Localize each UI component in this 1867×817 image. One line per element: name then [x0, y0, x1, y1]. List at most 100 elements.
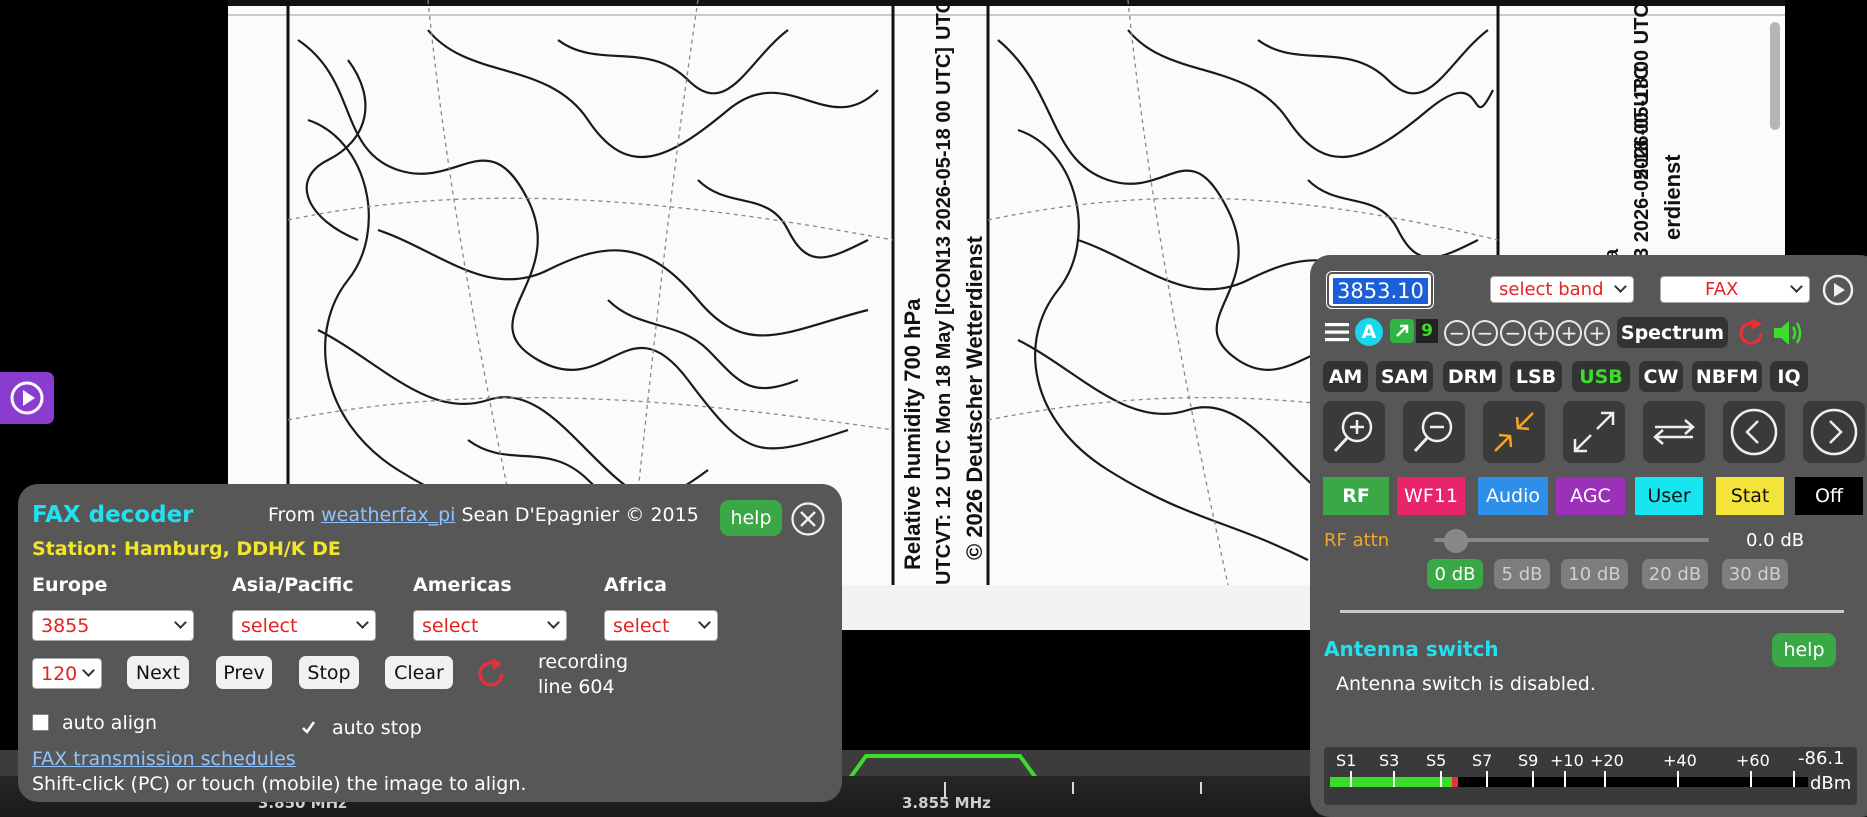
- mode-drm-button[interactable]: DRM: [1443, 361, 1502, 392]
- page-right-button[interactable]: [1803, 401, 1865, 463]
- americas-station-select[interactable]: select: [413, 610, 567, 641]
- receiver-control-panel: 3853.10 select band FAX A 9 − − − + + + …: [1310, 255, 1867, 817]
- zoom-full-button[interactable]: [1563, 401, 1625, 463]
- africa-station-select[interactable]: select: [604, 610, 718, 641]
- recording-status-line1: recording: [538, 651, 629, 673]
- tab-user[interactable]: User: [1635, 477, 1703, 515]
- decoder-mode-select[interactable]: FAX: [1660, 276, 1810, 303]
- auto-stop-checkbox[interactable]: [300, 719, 317, 736]
- mode-cw-button[interactable]: CW: [1639, 361, 1683, 392]
- stop-button[interactable]: Stop: [299, 656, 359, 689]
- asia-select-value: select: [241, 614, 298, 637]
- s-meter-tick: [1440, 771, 1442, 787]
- rf-attn-label: RF attn: [1324, 530, 1390, 551]
- tab-stat[interactable]: Stat: [1716, 477, 1784, 515]
- weatherfax-link[interactable]: weatherfax_pi: [321, 504, 455, 526]
- rf-attn-slider-thumb[interactable]: [1444, 529, 1468, 553]
- tab-wf11[interactable]: WF11: [1397, 477, 1465, 515]
- swap-button[interactable]: [1643, 401, 1705, 463]
- attn-0db-button[interactable]: 0 dB: [1427, 559, 1483, 589]
- menu-button[interactable]: [1324, 319, 1350, 349]
- play-button[interactable]: [1822, 274, 1854, 310]
- s-meter-scale: S1 S3 S5 S7 S9 +10 +20 +40 +60: [1324, 751, 1770, 771]
- auto-badge[interactable]: A: [1355, 318, 1383, 346]
- tab-audio[interactable]: Audio: [1478, 477, 1548, 515]
- play-circle-icon: [10, 381, 44, 415]
- attn-5db-button[interactable]: 5 dB: [1494, 559, 1550, 589]
- chevron-left-circle-icon: [1730, 408, 1778, 456]
- s-meter-label: S9: [1518, 751, 1539, 770]
- chevron-right-circle-icon: [1810, 408, 1858, 456]
- zoom-in-icon[interactable]: +: [1556, 320, 1582, 346]
- zoom-in-max-icon[interactable]: +: [1584, 320, 1610, 346]
- s-meter-label: +10: [1550, 751, 1584, 770]
- fax-credit: From weatherfax_pi Sean D'Epagnier © 201…: [268, 504, 699, 526]
- sidebar-toggle-button[interactable]: [0, 372, 54, 424]
- next-button[interactable]: Next: [127, 656, 189, 689]
- prev-button[interactable]: Prev: [216, 656, 272, 689]
- tab-rf[interactable]: RF: [1323, 477, 1389, 515]
- antenna-help-button[interactable]: help: [1772, 633, 1836, 667]
- chevron-down-icon: [82, 664, 95, 677]
- hamburger-menu-icon: [1325, 323, 1349, 342]
- band-select[interactable]: select band: [1490, 276, 1634, 303]
- attn-10db-button[interactable]: 10 dB: [1561, 559, 1628, 589]
- divider: [1340, 610, 1844, 613]
- volume-icon[interactable]: [1770, 315, 1806, 355]
- author-label: Sean D'Epagnier © 2015: [461, 504, 699, 526]
- page-scrollbar[interactable]: [1770, 22, 1780, 130]
- asia-pacific-station-select[interactable]: select: [232, 610, 376, 641]
- clear-button[interactable]: Clear: [385, 656, 453, 689]
- fax-decoder-panel: FAX decoder From weatherfax_pi Sean D'Ep…: [18, 484, 842, 802]
- mode-lsb-button[interactable]: LSB: [1510, 361, 1562, 392]
- from-label: From: [268, 504, 316, 526]
- fax-caption-line-1: Relative humidity 700 hPa: [900, 298, 925, 570]
- step-up-icon[interactable]: +: [1528, 320, 1554, 346]
- spectrum-button[interactable]: Spectrum: [1617, 317, 1728, 348]
- s-meter-label: S5: [1426, 751, 1447, 770]
- mode-sam-button[interactable]: SAM: [1376, 361, 1433, 392]
- waterfall-level-badge[interactable]: 9: [1416, 319, 1438, 343]
- chevron-down-icon: [698, 616, 711, 629]
- frequency-input[interactable]: 3853.10: [1327, 272, 1433, 308]
- zoom-out-max-icon[interactable]: −: [1444, 320, 1470, 346]
- reload-icon[interactable]: [1735, 317, 1767, 353]
- fax-caption-top-mid: UTC: [933, 0, 955, 40]
- zoom-out-button[interactable]: [1403, 401, 1465, 463]
- mode-usb-button[interactable]: USB: [1572, 361, 1630, 392]
- zoom-out-icon[interactable]: −: [1472, 320, 1498, 346]
- fax-help-button[interactable]: help: [720, 500, 782, 536]
- zoom-in-button[interactable]: [1323, 401, 1385, 463]
- recording-status-line2: line 604: [538, 676, 615, 698]
- chevron-down-icon: [174, 616, 187, 629]
- tab-agc[interactable]: AGC: [1556, 477, 1625, 515]
- check-icon: [302, 721, 316, 734]
- europe-station-select[interactable]: 3855: [32, 610, 194, 641]
- tab-off[interactable]: Off: [1795, 477, 1863, 515]
- station-label: Station: Hamburg, DDH/K DE: [32, 538, 341, 560]
- external-link-icon[interactable]: [1390, 319, 1414, 343]
- mode-am-button[interactable]: AM: [1323, 361, 1368, 392]
- attn-20db-button[interactable]: 20 dB: [1642, 559, 1708, 589]
- s-meter-label: +60: [1736, 751, 1770, 770]
- arrows-inward-icon: [1494, 412, 1534, 452]
- close-circle-icon: [791, 502, 825, 536]
- europe-select-value: 3855: [41, 614, 90, 637]
- close-panel-button[interactable]: [790, 501, 826, 541]
- americas-select-value: select: [422, 614, 479, 637]
- chevron-down-icon: [1614, 280, 1627, 293]
- lpm-select[interactable]: 120: [32, 658, 102, 689]
- page-left-button[interactable]: [1723, 401, 1785, 463]
- swap-arrows-icon: [1653, 419, 1695, 445]
- step-down-icon[interactable]: −: [1500, 320, 1526, 346]
- mode-iq-button[interactable]: IQ: [1770, 361, 1808, 392]
- s-meter-label: +20: [1590, 751, 1624, 770]
- refresh-icon[interactable]: [474, 656, 508, 696]
- fax-schedules-link[interactable]: FAX transmission schedules: [32, 748, 296, 770]
- rf-attn-slider-track[interactable]: [1434, 538, 1709, 542]
- attn-30db-button[interactable]: 30 dB: [1722, 559, 1788, 589]
- mode-nbfm-button[interactable]: NBFM: [1692, 361, 1762, 392]
- auto-align-checkbox[interactable]: [32, 714, 49, 731]
- s-meter-tick: [1532, 771, 1534, 787]
- zoom-to-band-button[interactable]: [1483, 401, 1545, 463]
